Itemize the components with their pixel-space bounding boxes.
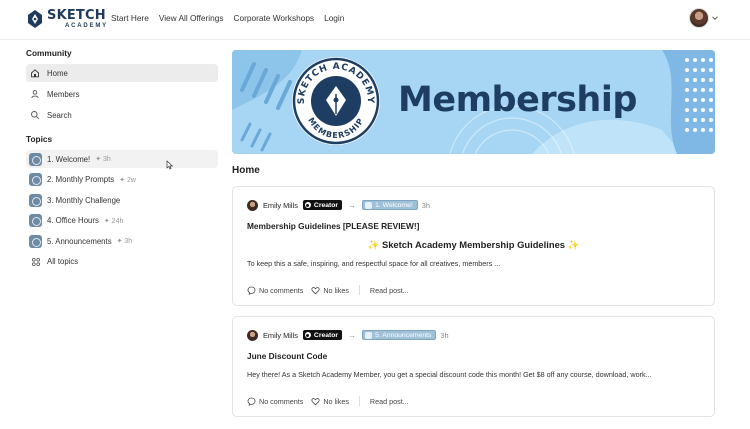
chevron-down-icon — [712, 16, 718, 21]
membership-banner: SKETCH ACADEMY MEMBERSHIP Membership — [232, 50, 715, 154]
nav-link-login[interactable]: Login — [324, 13, 344, 23]
topic-label: 5. Announcements — [47, 236, 112, 246]
topic-activity-time: ✦ 3h — [95, 156, 111, 163]
divider — [358, 285, 360, 295]
creator-badge: Creator — [302, 330, 343, 340]
sidebar: Community Home Members Search Topics 1. … — [26, 48, 218, 273]
banner-title: Membership — [398, 80, 637, 120]
brand-name: SKETCH — [47, 8, 106, 23]
heart-icon — [311, 397, 320, 405]
post-author[interactable]: Emily Mills — [263, 201, 298, 210]
topic-label: 1. Welcome! — [47, 154, 91, 164]
arrow-right-icon: → — [348, 200, 357, 210]
home-icon — [29, 67, 41, 79]
topic-thumbnail-icon — [365, 331, 373, 339]
read-post-link[interactable]: Read post... — [370, 397, 409, 406]
nav-link-start-here[interactable]: Start Here — [111, 13, 149, 23]
sidebar-item-search[interactable]: Search — [26, 106, 218, 124]
post-meta: Emily Mills Creator → 5. Announcements 3… — [247, 328, 700, 342]
post-excerpt: Hey there! As a Sketch Academy Member, y… — [247, 370, 652, 379]
nav-links: Start Here View All Offerings Corporate … — [111, 13, 354, 23]
author-avatar[interactable] — [247, 199, 258, 211]
post-actions: No comments No likes Read post... — [247, 396, 417, 406]
post-card[interactable]: Emily Mills Creator → 5. Announcements 3… — [232, 316, 715, 417]
avatar[interactable] — [689, 8, 709, 28]
post-title[interactable]: June Discount Code — [247, 351, 700, 361]
sidebar-topic-monthly-challenge[interactable]: 3. Monthly Challenge — [26, 191, 218, 209]
brand-subname: ACADEMY — [65, 23, 108, 29]
sidebar-topic-announcements[interactable]: 5. Announcements ✦ 3h — [26, 232, 218, 250]
sidebar-all-topics[interactable]: All topics — [26, 253, 218, 271]
post-subtitle: ✨ Sketch Academy Membership Guidelines ✨ — [367, 239, 580, 250]
mouse-cursor-icon — [166, 160, 174, 170]
post-card[interactable]: Emily Mills Creator → 1. Welcome! 3h Mem… — [232, 186, 715, 306]
brand-logo[interactable]: SKETCH ACADEMY — [26, 6, 108, 32]
like-button[interactable]: No likes — [311, 286, 349, 295]
topic-thumbnail-icon — [29, 214, 42, 227]
post-excerpt: To keep this a safe, inspiring, and resp… — [247, 259, 501, 268]
post-title[interactable]: Membership Guidelines [PLEASE REVIEW!] — [247, 221, 700, 231]
creator-badge: Creator — [302, 200, 343, 210]
comments-button[interactable]: No comments — [247, 397, 303, 406]
post-topic-tag[interactable]: 1. Welcome! — [362, 200, 418, 210]
nav-link-corporate-workshops[interactable]: Corporate Workshops — [234, 13, 315, 23]
post-time: 3h — [421, 200, 430, 210]
sidebar-item-home[interactable]: Home — [26, 64, 218, 82]
author-avatar[interactable] — [247, 329, 258, 341]
community-heading: Community — [26, 48, 72, 58]
user-menu[interactable] — [689, 8, 718, 28]
arrow-right-icon: → — [348, 330, 357, 340]
user-icon — [29, 88, 41, 100]
nav-link-view-all-offerings[interactable]: View All Offerings — [159, 13, 224, 23]
membership-seal-icon: SKETCH ACADEMY MEMBERSHIP — [292, 57, 380, 145]
comment-icon — [247, 286, 256, 295]
like-button[interactable]: No likes — [311, 397, 349, 406]
sidebar-item-members[interactable]: Members — [26, 85, 218, 103]
sidebar-topic-welcome[interactable]: 1. Welcome! ✦ 3h — [26, 150, 218, 168]
divider — [358, 396, 360, 406]
main-content: SKETCH ACADEMY MEMBERSHIP Membership Hom… — [232, 50, 715, 427]
creator-icon — [304, 202, 311, 208]
topic-activity-time: ✦ 3h — [116, 238, 133, 245]
grid-icon — [29, 256, 42, 268]
topic-thumbnail-icon — [29, 234, 42, 248]
post-author[interactable]: Emily Mills — [263, 331, 298, 340]
post-meta: Emily Mills Creator → 1. Welcome! 3h — [247, 198, 700, 212]
post-time: 3h — [440, 330, 449, 340]
creator-icon — [304, 332, 311, 338]
sidebar-item-label: Home — [47, 68, 68, 78]
comments-button[interactable]: No comments — [247, 286, 303, 295]
topics-heading: Topics — [26, 134, 53, 144]
all-topics-label: All topics — [47, 257, 79, 266]
topic-activity-time: ✦ 2w — [119, 176, 136, 184]
topic-label: 2. Monthly Prompts — [47, 175, 115, 184]
topic-thumbnail-icon — [29, 193, 42, 207]
heart-icon — [311, 286, 320, 294]
sidebar-item-label: Search — [47, 110, 72, 120]
top-navbar: SKETCH ACADEMY Start Here View All Offer… — [0, 0, 750, 40]
search-icon — [29, 109, 41, 121]
topic-activity-time: ✦ 24h — [103, 217, 124, 225]
topic-label: 3. Monthly Challenge — [47, 195, 121, 205]
topic-thumbnail-icon — [29, 173, 42, 186]
sidebar-topic-office-hours[interactable]: 4. Office Hours ✦ 24h — [26, 212, 218, 230]
sidebar-item-label: Members — [47, 89, 80, 99]
topic-thumbnail-icon — [365, 201, 373, 209]
read-post-link[interactable]: Read post... — [370, 286, 409, 295]
sidebar-topic-monthly-prompts[interactable]: 2. Monthly Prompts ✦ 2w — [26, 171, 218, 189]
pen-nib-logo-icon — [28, 10, 42, 28]
comment-icon — [247, 397, 256, 406]
topic-label: 4. Office Hours — [47, 216, 99, 225]
topic-thumbnail-icon — [29, 152, 42, 166]
post-topic-tag[interactable]: 5. Announcements — [362, 330, 437, 340]
page-title: Home — [232, 165, 260, 176]
post-actions: No comments No likes Read post... — [247, 285, 417, 295]
